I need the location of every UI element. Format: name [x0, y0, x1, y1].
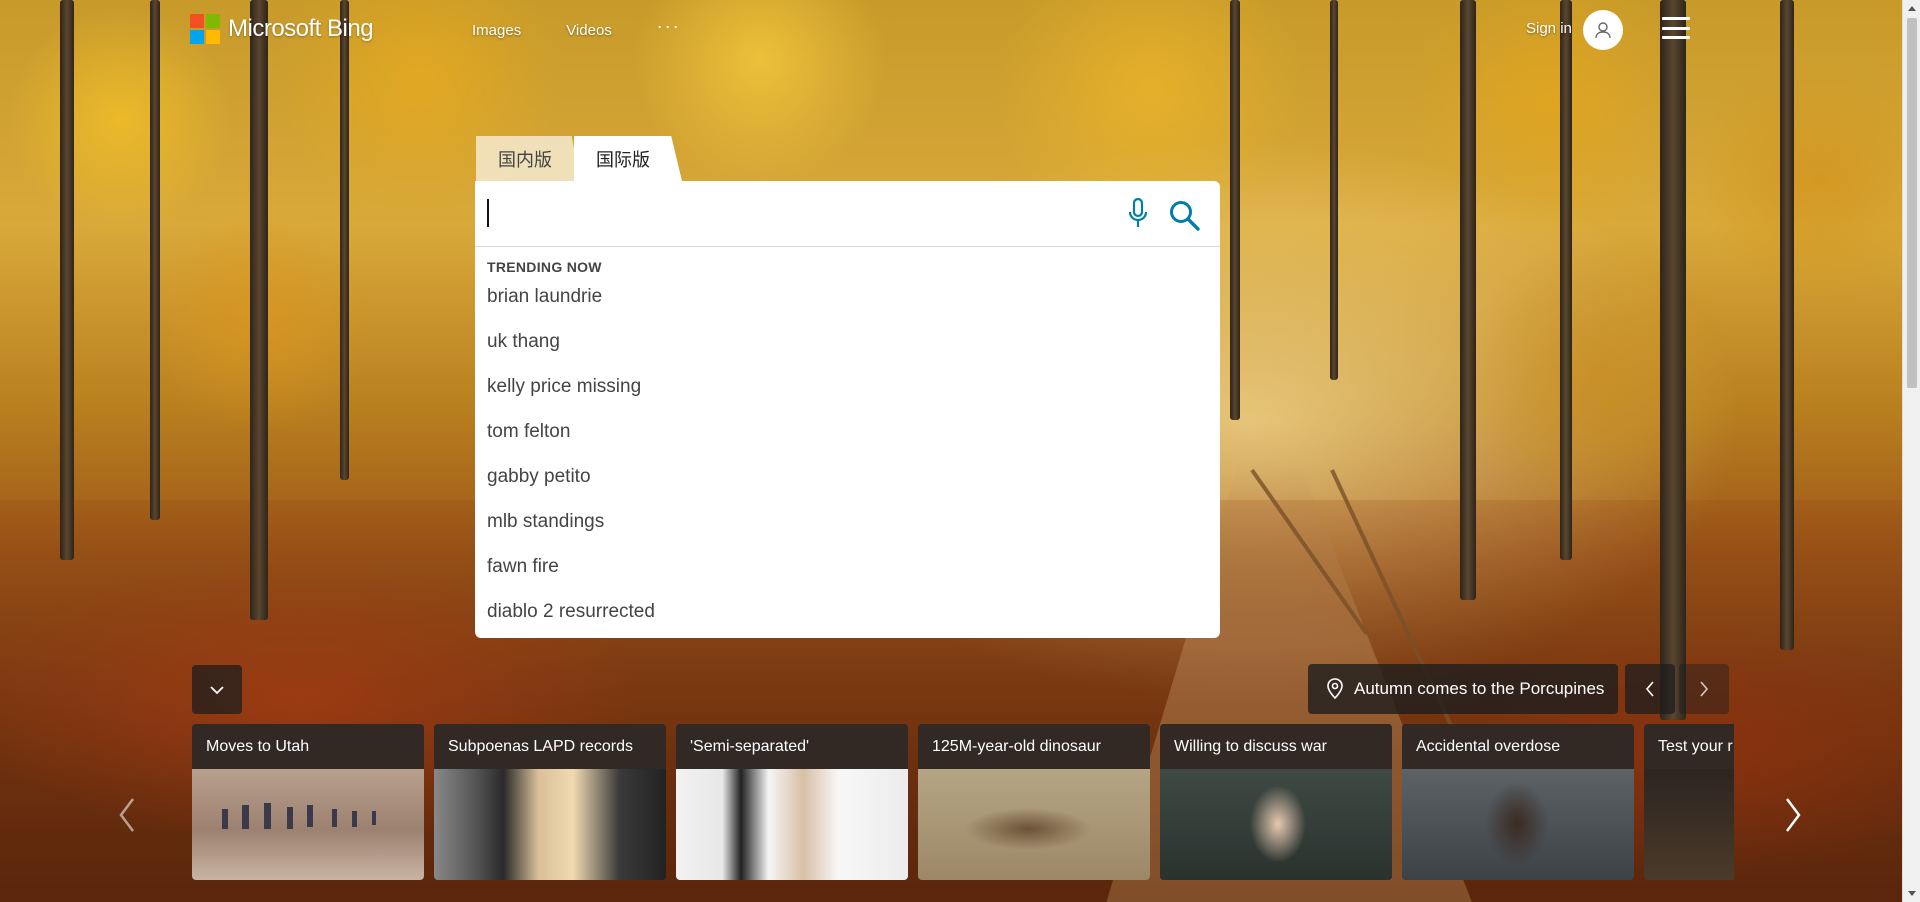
trending-item[interactable]: brian laundrie [475, 277, 1220, 322]
strip-previous-arrow[interactable] [112, 795, 142, 835]
user-avatar-icon[interactable] [1583, 10, 1623, 50]
next-image-button[interactable] [1679, 664, 1729, 714]
news-card-image [1402, 769, 1634, 880]
strip-next-arrow[interactable] [1778, 795, 1808, 835]
tree-trunk [150, 0, 160, 520]
trending-item[interactable]: kelly price missing [475, 367, 1220, 412]
news-card[interactable]: Subpoenas LAPD records [434, 724, 666, 880]
news-card[interactable]: Test your r [1644, 724, 1734, 880]
scroll-down-arrow-icon[interactable] [1908, 891, 1916, 896]
tab-international[interactable]: 国际版 [574, 136, 682, 181]
news-card[interactable]: Moves to Utah [192, 724, 424, 880]
trending-title: TRENDING NOW [487, 259, 602, 275]
scrollbar-thumb[interactable] [1907, 18, 1917, 388]
location-pin-icon [1326, 678, 1344, 700]
trending-dropdown: TRENDING NOW brian laundrie uk thang kel… [475, 247, 1220, 638]
hamburger-menu-icon[interactable] [1662, 17, 1690, 39]
chevron-right-icon [1700, 681, 1709, 697]
image-location-button[interactable]: Autumn comes to the Porcupines [1308, 664, 1618, 714]
top-header: Microsoft Bing Images Videos ··· Sign in [0, 0, 1902, 60]
news-card-caption: Subpoenas LAPD records [434, 724, 666, 769]
trending-list: brian laundrie uk thang kelly price miss… [475, 277, 1220, 637]
tree-trunk [1230, 0, 1240, 420]
sign-in-link[interactable]: Sign in [1526, 20, 1572, 37]
previous-image-button[interactable] [1625, 664, 1675, 714]
collapse-button[interactable] [192, 665, 242, 714]
more-menu-button[interactable]: ··· [657, 16, 681, 39]
market-tabs: 国内版 国际版 [476, 136, 682, 181]
news-card-caption: Moves to Utah [192, 724, 424, 769]
tree-trunk [1660, 0, 1686, 720]
nav-images[interactable]: Images [472, 22, 521, 39]
news-card-caption: Accidental overdose [1402, 724, 1634, 769]
trending-item[interactable]: diablo 2 resurrected [475, 592, 1220, 637]
news-card-image [434, 769, 666, 880]
trending-item[interactable]: tom felton [475, 412, 1220, 457]
text-caret [487, 199, 489, 227]
trending-item[interactable]: mlb standings [475, 502, 1220, 547]
chevron-right-icon [1786, 798, 1801, 832]
brand-name: Microsoft Bing [228, 15, 374, 42]
news-card-caption: Willing to discuss war [1160, 724, 1392, 769]
news-card-caption: 'Semi-separated' [676, 724, 908, 769]
tree-trunk [340, 0, 349, 480]
microphone-icon[interactable] [1123, 197, 1153, 231]
tab-domestic[interactable]: 国内版 [476, 136, 580, 181]
news-carousel: Moves to Utah Subpoenas LAPD records 'Se… [192, 724, 1734, 880]
news-card-caption: 125M-year-old dinosaur [918, 724, 1150, 769]
magnifier-icon[interactable] [1166, 197, 1202, 233]
nav-videos[interactable]: Videos [566, 22, 612, 39]
tree-trunk [1780, 0, 1794, 650]
news-card[interactable]: Willing to discuss war [1160, 724, 1392, 880]
chevron-left-icon [1645, 681, 1654, 697]
news-card-image [1160, 769, 1392, 880]
microsoft-logo-icon [190, 14, 220, 44]
news-card[interactable]: 'Semi-separated' [676, 724, 908, 880]
news-card[interactable]: Accidental overdose [1402, 724, 1634, 880]
tree-trunk [1560, 0, 1572, 560]
location-label: Autumn comes to the Porcupines [1354, 679, 1605, 698]
news-card[interactable]: 125M-year-old dinosaur [918, 724, 1150, 880]
news-card-image [192, 769, 424, 880]
news-card-image [918, 769, 1150, 880]
tree-trunk [60, 0, 74, 560]
news-card-image [676, 769, 908, 880]
trending-item[interactable]: uk thang [475, 322, 1220, 367]
search-input[interactable] [475, 181, 1220, 247]
tree-trunk [1460, 0, 1476, 600]
trending-item[interactable]: gabby petito [475, 457, 1220, 502]
news-card-image [1644, 769, 1734, 880]
scroll-up-arrow-icon[interactable] [1908, 6, 1916, 11]
trending-item[interactable]: fawn fire [475, 547, 1220, 592]
tree-trunk [250, 0, 268, 620]
news-card-caption: Test your r [1644, 724, 1734, 769]
chevron-left-icon [119, 798, 134, 832]
chevron-down-icon [210, 685, 224, 694]
bing-logo[interactable]: Microsoft Bing [190, 14, 374, 44]
page-scrollbar[interactable] [1902, 0, 1920, 902]
top-nav: Images Videos ··· [472, 16, 681, 39]
